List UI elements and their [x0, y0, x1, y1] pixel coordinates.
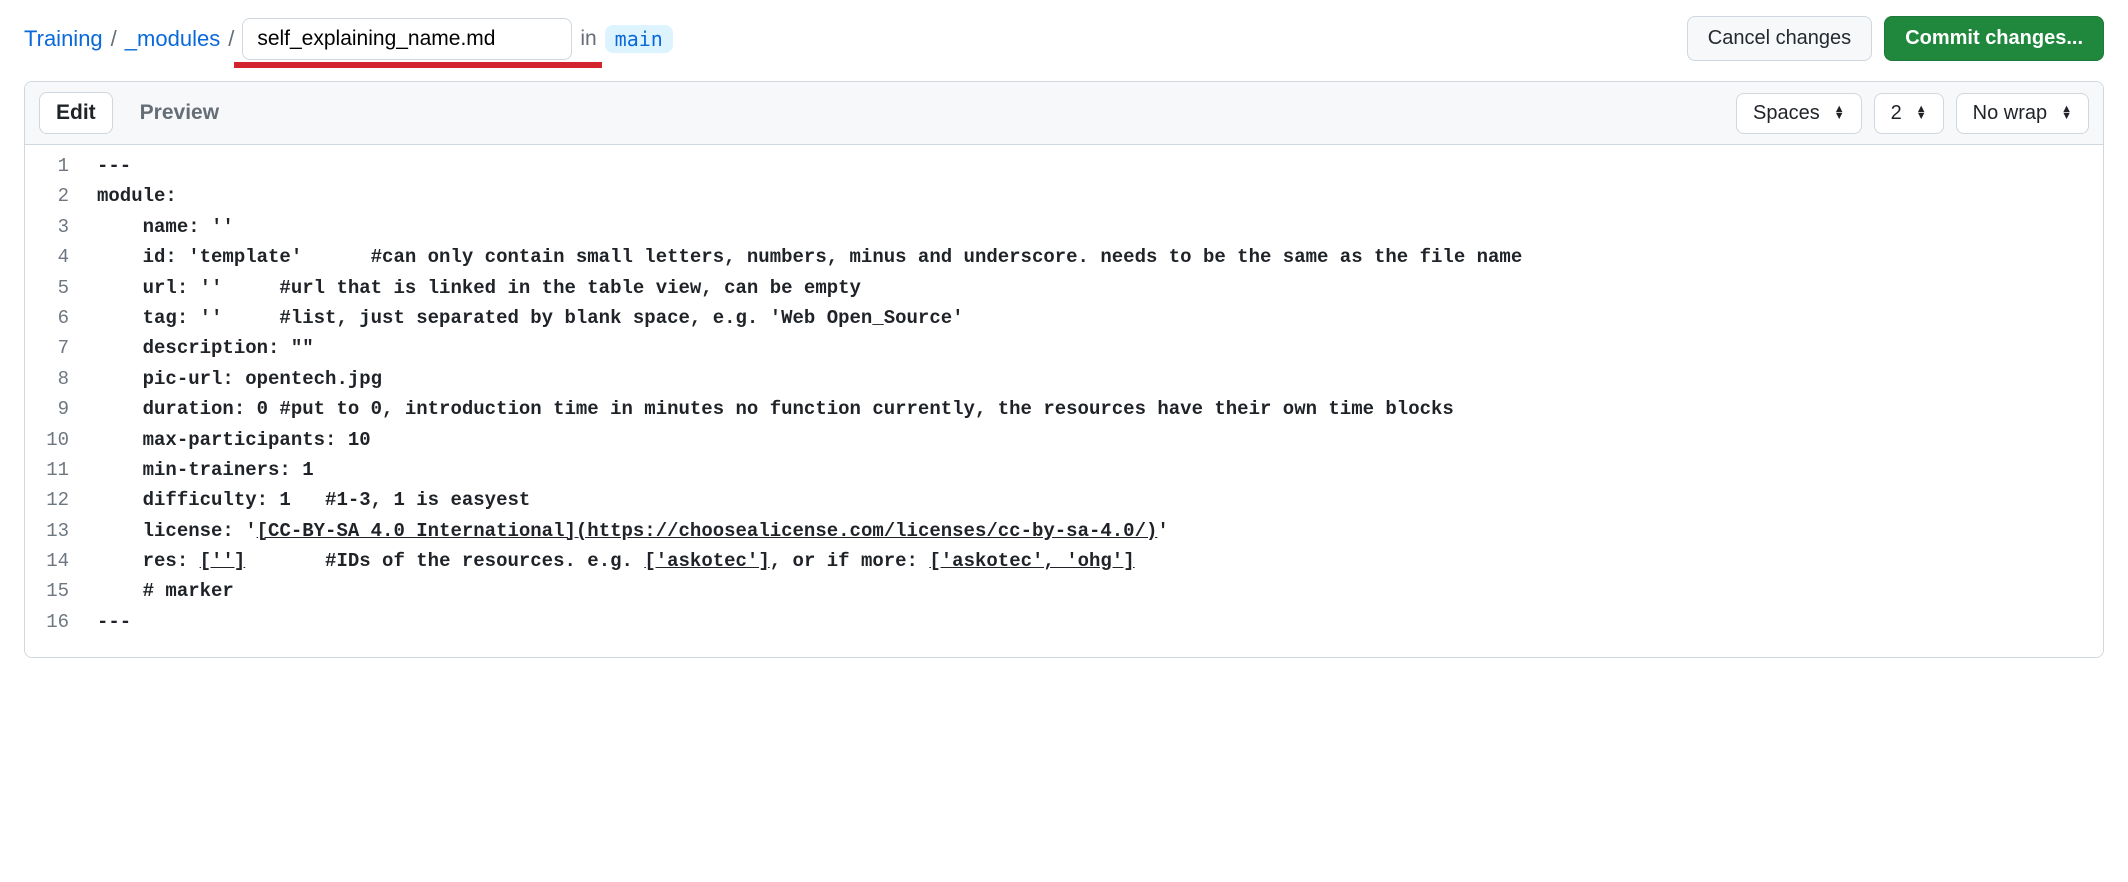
- line-number: 12: [25, 485, 97, 515]
- indent-mode-select[interactable]: Spaces ▲▼: [1736, 93, 1862, 134]
- line-number: 10: [25, 425, 97, 455]
- code-text[interactable]: difficulty: 1 #1-3, 1 is easyest: [97, 485, 2103, 515]
- branch-badge[interactable]: main: [605, 25, 673, 53]
- annotation-underline: [234, 62, 602, 68]
- tab-edit[interactable]: Edit: [39, 92, 113, 134]
- code-line[interactable]: 7 description: "": [25, 333, 2103, 363]
- breadcrumb: Training / _modules / in main: [24, 18, 673, 60]
- line-number: 1: [25, 151, 97, 181]
- wrap-mode-select[interactable]: No wrap ▲▼: [1956, 93, 2089, 134]
- header-actions: Cancel changes Commit changes...: [1687, 16, 2104, 61]
- code-line[interactable]: 14 res: [''] #IDs of the resources. e.g.…: [25, 546, 2103, 576]
- code-line[interactable]: 3 name: '': [25, 212, 2103, 242]
- code-text[interactable]: pic-url: opentech.jpg: [97, 364, 2103, 394]
- code-text[interactable]: id: 'template' #can only contain small l…: [97, 242, 2103, 272]
- indent-width-label: 2: [1891, 102, 1902, 125]
- code-line[interactable]: 8 pic-url: opentech.jpg: [25, 364, 2103, 394]
- cancel-button[interactable]: Cancel changes: [1687, 16, 1872, 61]
- breadcrumb-separator: /: [228, 26, 234, 52]
- code-text[interactable]: name: '': [97, 212, 2103, 242]
- line-number: 15: [25, 576, 97, 606]
- line-number: 4: [25, 242, 97, 272]
- code-text[interactable]: description: "": [97, 333, 2103, 363]
- code-line[interactable]: 10 max-participants: 10: [25, 425, 2103, 455]
- line-number: 3: [25, 212, 97, 242]
- editor-toolbar: Edit Preview Spaces ▲▼ 2 ▲▼ No wrap ▲▼: [25, 82, 2103, 145]
- code-line[interactable]: 12 difficulty: 1 #1-3, 1 is easyest: [25, 485, 2103, 515]
- indent-mode-label: Spaces: [1753, 102, 1820, 125]
- sort-icon: ▲▼: [1916, 106, 1927, 120]
- code-line[interactable]: 15 # marker: [25, 576, 2103, 606]
- breadcrumb-folder-link[interactable]: _modules: [125, 26, 220, 52]
- code-line[interactable]: 2module:: [25, 181, 2103, 211]
- code-line[interactable]: 6 tag: '' #list, just separated by blank…: [25, 303, 2103, 333]
- code-editor[interactable]: 1---2module:3 name: ''4 id: 'template' #…: [25, 145, 2103, 657]
- tab-preview[interactable]: Preview: [123, 92, 236, 134]
- code-text[interactable]: # marker: [97, 576, 2103, 606]
- filename-input[interactable]: [242, 18, 572, 60]
- line-number: 7: [25, 333, 97, 363]
- line-number: 14: [25, 546, 97, 576]
- breadcrumb-separator: /: [111, 26, 117, 52]
- line-number: 5: [25, 273, 97, 303]
- code-line[interactable]: 4 id: 'template' #can only contain small…: [25, 242, 2103, 272]
- code-text[interactable]: url: '' #url that is linked in the table…: [97, 273, 2103, 303]
- line-number: 8: [25, 364, 97, 394]
- code-text[interactable]: tag: '' #list, just separated by blank s…: [97, 303, 2103, 333]
- code-line[interactable]: 13 license: '[CC-BY-SA 4.0 International…: [25, 516, 2103, 546]
- code-text[interactable]: res: [''] #IDs of the resources. e.g. ['…: [97, 546, 2103, 576]
- code-line[interactable]: 5 url: '' #url that is linked in the tab…: [25, 273, 2103, 303]
- line-number: 2: [25, 181, 97, 211]
- code-line[interactable]: 11 min-trainers: 1: [25, 455, 2103, 485]
- code-text[interactable]: license: '[CC-BY-SA 4.0 International](h…: [97, 516, 2103, 546]
- wrap-mode-label: No wrap: [1973, 102, 2047, 125]
- code-text[interactable]: ---: [97, 151, 2103, 181]
- line-number: 6: [25, 303, 97, 333]
- commit-button[interactable]: Commit changes...: [1884, 16, 2104, 61]
- in-label: in: [580, 27, 596, 51]
- code-line[interactable]: 1---: [25, 151, 2103, 181]
- code-text[interactable]: ---: [97, 607, 2103, 637]
- line-number: 11: [25, 455, 97, 485]
- line-number: 16: [25, 607, 97, 637]
- editor-container: Edit Preview Spaces ▲▼ 2 ▲▼ No wrap ▲▼ 1…: [24, 81, 2104, 658]
- header-bar: Training / _modules / in main Cancel cha…: [24, 16, 2104, 61]
- editor-tabs: Edit Preview: [39, 92, 236, 134]
- indent-width-select[interactable]: 2 ▲▼: [1874, 93, 1944, 134]
- code-text[interactable]: max-participants: 10: [97, 425, 2103, 455]
- code-text[interactable]: duration: 0 #put to 0, introduction time…: [97, 394, 2103, 424]
- sort-icon: ▲▼: [2061, 106, 2072, 120]
- editor-settings: Spaces ▲▼ 2 ▲▼ No wrap ▲▼: [1736, 93, 2089, 134]
- code-text[interactable]: min-trainers: 1: [97, 455, 2103, 485]
- sort-icon: ▲▼: [1834, 106, 1845, 120]
- breadcrumb-root-link[interactable]: Training: [24, 26, 103, 52]
- line-number: 9: [25, 394, 97, 424]
- code-text[interactable]: module:: [97, 181, 2103, 211]
- line-number: 13: [25, 516, 97, 546]
- code-line[interactable]: 16---: [25, 607, 2103, 637]
- filename-field-wrap: [242, 18, 572, 60]
- code-line[interactable]: 9 duration: 0 #put to 0, introduction ti…: [25, 394, 2103, 424]
